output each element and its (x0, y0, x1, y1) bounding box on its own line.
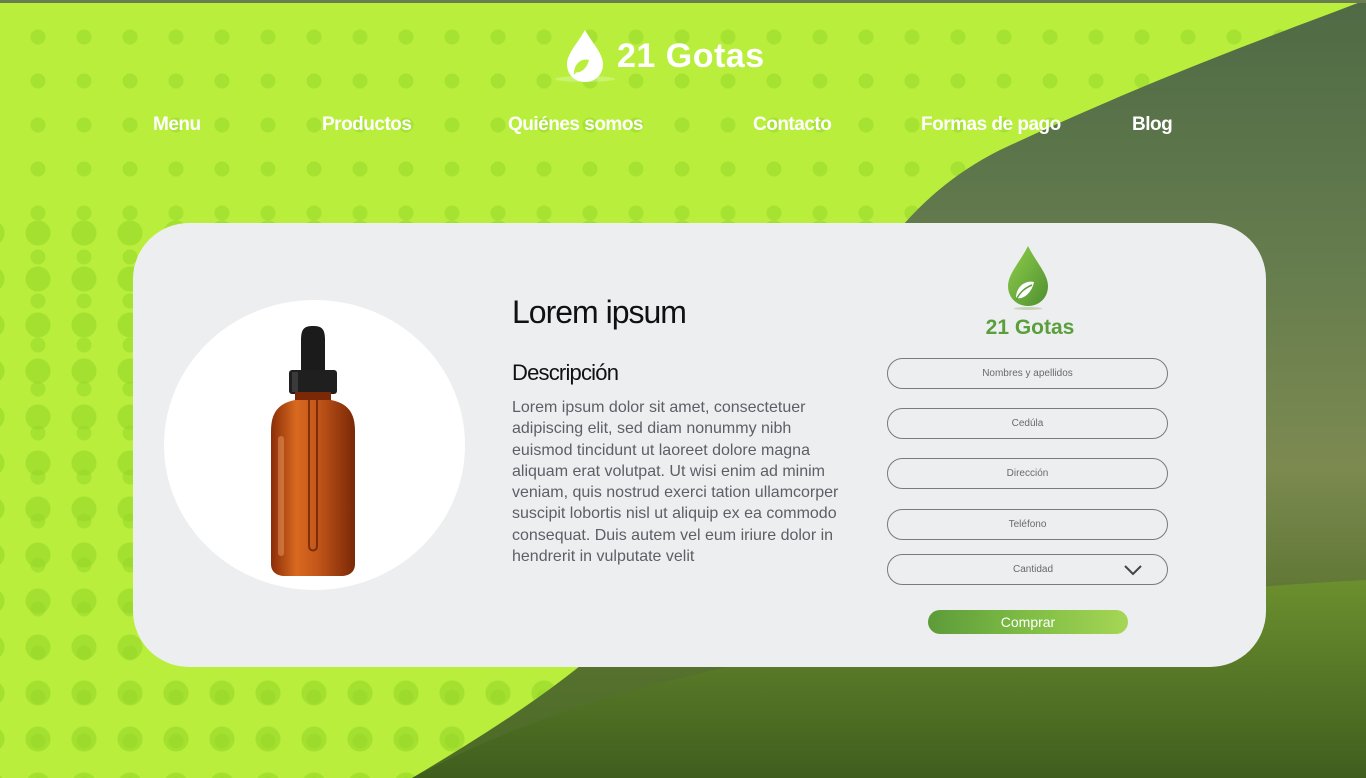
dropper-bottle-image (271, 326, 355, 576)
nav-item-formas-de-pago[interactable]: Formas de pago (921, 114, 1061, 136)
brand-name: 21 Gotas (617, 36, 765, 75)
form-logo: 21 Gotas (975, 244, 1085, 344)
nav-item-contacto[interactable]: Contacto (753, 114, 832, 136)
description-heading: Descripción (512, 360, 619, 385)
leaf-drop-icon (1008, 246, 1048, 310)
id-number-input[interactable] (887, 408, 1168, 439)
header-logo[interactable]: 21 Gotas (555, 26, 795, 86)
product-image (164, 300, 465, 590)
address-input[interactable] (887, 458, 1168, 489)
form-brand-name: 21 Gotas (985, 316, 1075, 339)
nav-item-quienes-somos[interactable]: Quiénes somos (508, 114, 644, 136)
name-input[interactable] (887, 358, 1168, 389)
nav-item-menu[interactable]: Menu (153, 114, 201, 136)
phone-input[interactable] (887, 509, 1168, 540)
quantity-select[interactable]: Cantidad (887, 554, 1168, 585)
buy-button[interactable]: Comprar (928, 610, 1128, 634)
product-title: Lorem ipsum (512, 294, 687, 330)
product-description: Lorem ipsum dolor sit amet, consectetuer… (512, 399, 839, 566)
main-nav: Menu Productos Quiénes somos Contacto Fo… (0, 114, 1366, 144)
nav-item-productos[interactable]: Productos (322, 114, 412, 136)
chevron-down-icon (1124, 565, 1142, 576)
logo-shadow (555, 76, 615, 82)
nav-item-blog[interactable]: Blog (1132, 114, 1173, 136)
